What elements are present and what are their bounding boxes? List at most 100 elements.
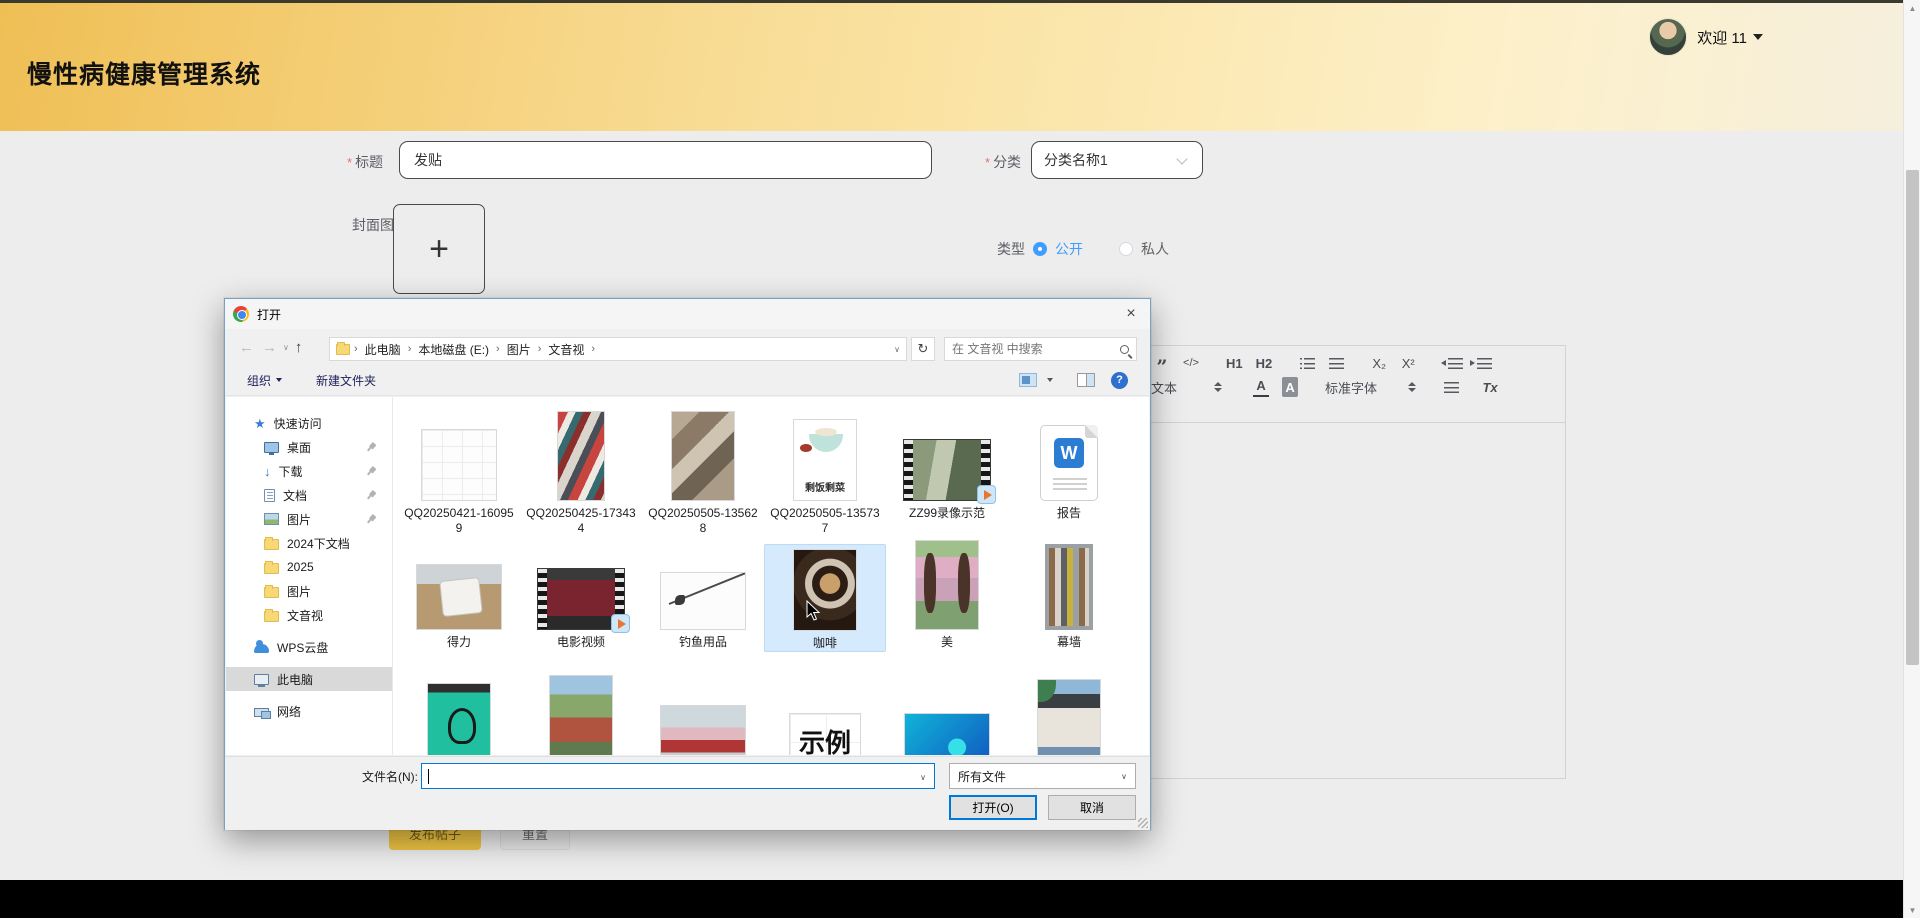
preview-pane-icon[interactable] <box>1077 373 1095 387</box>
sidebar-item-documents[interactable]: 文档 <box>226 483 392 507</box>
avatar[interactable] <box>1649 18 1687 56</box>
history-chevron-icon[interactable]: ∨ <box>283 343 289 352</box>
file-item[interactable]: W 报告 <box>1008 403 1130 536</box>
open-button[interactable]: 打开(O) <box>949 795 1037 820</box>
superscript-button[interactable]: X² <box>1400 353 1416 373</box>
image-thumbnail <box>557 411 605 501</box>
close-icon[interactable]: × <box>1116 301 1146 327</box>
unordered-list-icon[interactable] <box>1328 353 1344 373</box>
caret-down-icon[interactable] <box>1047 378 1053 382</box>
file-item[interactable]: 示例 <box>764 657 886 755</box>
breadcrumb-current-folder[interactable]: 文音视 <box>545 341 587 358</box>
indent-icon[interactable] <box>1476 353 1492 373</box>
outdent-icon[interactable] <box>1447 353 1463 373</box>
code-icon[interactable]: </> <box>1183 353 1199 373</box>
file-item[interactable]: QQ20250421-160959 <box>398 403 520 536</box>
scroll-down-icon[interactable]: ▼ <box>1904 902 1920 918</box>
search-icon <box>1120 345 1129 354</box>
sidebar-item-this-pc[interactable]: 此电脑 <box>226 667 392 691</box>
file-item[interactable] <box>398 657 520 755</box>
ordered-list-icon[interactable] <box>1299 353 1315 373</box>
file-item-hovered[interactable]: 咖啡 <box>764 544 886 652</box>
chevron-down-icon <box>1176 153 1187 164</box>
page-scrollbar[interactable]: ▲ ▼ <box>1903 0 1920 918</box>
new-folder-button[interactable]: 新建文件夹 <box>316 372 376 389</box>
dialog-sidebar: ★ 快速访问 桌面 ↓ 下载 文档 图片 <box>226 397 393 755</box>
file-item[interactable] <box>886 657 1008 755</box>
desktop-icon <box>264 442 279 453</box>
sidebar-item-2025[interactable]: 2025 <box>226 555 392 579</box>
radio-public-label[interactable]: 公开 <box>1055 239 1083 259</box>
file-item[interactable] <box>520 657 642 755</box>
file-item[interactable]: QQ20250505-135628 <box>642 403 764 536</box>
category-field-label: *分类 <box>985 152 1021 172</box>
file-item[interactable]: 电影视频 <box>520 544 642 652</box>
underline-button[interactable]: A <box>1253 377 1269 397</box>
file-item[interactable]: 美 <box>886 544 1008 652</box>
refresh-icon[interactable]: ↻ <box>911 337 935 361</box>
file-item[interactable]: 剩饭剩菜 QQ20250505-135737 <box>764 403 886 536</box>
sidebar-item-wenyinshi[interactable]: 文音视 <box>226 603 392 627</box>
title-input[interactable] <box>399 141 932 179</box>
image-thumbnail: 剩饭剩菜 <box>793 419 857 501</box>
breadcrumb-this-pc[interactable]: 此电脑 <box>362 341 404 358</box>
help-icon[interactable]: ? <box>1111 372 1128 389</box>
file-item[interactable]: 幕墙 <box>1008 544 1130 652</box>
updown-chevron-icon[interactable] <box>1404 377 1420 397</box>
sidebar-item-quick-access[interactable]: ★ 快速访问 <box>226 411 392 435</box>
resize-grip[interactable] <box>1138 818 1148 828</box>
up-icon[interactable]: ↑ <box>295 339 303 356</box>
pin-icon <box>364 512 378 526</box>
paragraph-format-dropdown[interactable]: 文本 <box>1151 377 1177 397</box>
breadcrumb-bar[interactable]: › 此电脑 › 本地磁盘 (E:) › 图片 › 文音视 › ∨ <box>329 337 907 361</box>
radio-private[interactable] <box>1119 242 1133 256</box>
file-item[interactable]: 得力 <box>398 544 520 652</box>
radio-public[interactable] <box>1033 242 1047 256</box>
search-input[interactable] <box>952 342 1102 356</box>
sidebar-item-wps-cloud[interactable]: WPS云盘 <box>226 635 392 659</box>
back-icon[interactable]: ← <box>239 339 254 356</box>
file-item[interactable]: 钓鱼用品 <box>642 544 764 652</box>
dialog-navbar: ← → ∨ ↑ › 此电脑 › 本地磁盘 (E:) › 图片 › 文音视 › ∨… <box>225 329 1150 365</box>
chevron-down-icon[interactable]: ∨ <box>920 773 926 782</box>
sidebar-item-desktop[interactable]: 桌面 <box>226 435 392 459</box>
radio-private-label[interactable]: 私人 <box>1141 239 1169 259</box>
font-family-dropdown[interactable]: 标准字体 <box>1325 377 1377 397</box>
subscript-button[interactable]: X₂ <box>1371 353 1387 373</box>
view-options-icon[interactable] <box>1019 373 1037 387</box>
blockquote-icon[interactable]: ” <box>1154 353 1170 373</box>
sidebar-item-2024-docs[interactable]: 2024下文档 <box>226 531 392 555</box>
breadcrumb-drive-e[interactable]: 本地磁盘 (E:) <box>415 341 492 358</box>
cancel-button[interactable]: 取消 <box>1048 795 1136 820</box>
updown-chevron-icon[interactable] <box>1210 377 1226 397</box>
forward-icon[interactable]: → <box>262 339 277 356</box>
pin-icon <box>364 440 378 454</box>
highlight-button[interactable]: A <box>1282 377 1298 397</box>
sidebar-item-pictures[interactable]: 图片 <box>226 507 392 531</box>
search-box[interactable] <box>944 337 1137 361</box>
sidebar-item-pictures-folder[interactable]: 图片 <box>226 579 392 603</box>
dialog-toolbar: 组织 新建文件夹 ? <box>225 365 1150 396</box>
file-item[interactable] <box>1008 657 1130 755</box>
filetype-select[interactable]: 所有文件 ∨ <box>949 763 1136 789</box>
filename-input[interactable]: ∨ <box>421 763 935 789</box>
sidebar-item-network[interactable]: 网络 <box>226 699 392 723</box>
breadcrumb-dropdown-chevron[interactable]: ∨ <box>894 345 900 354</box>
sidebar-item-downloads[interactable]: ↓ 下载 <box>226 459 392 483</box>
breadcrumb-pictures[interactable]: 图片 <box>504 341 534 358</box>
scroll-up-icon[interactable]: ▲ <box>1904 0 1920 16</box>
type-field-label: 类型 <box>997 239 1025 259</box>
clear-format-button[interactable]: Tx <box>1482 377 1498 397</box>
file-item[interactable]: ZZ99录像示范 <box>886 403 1008 536</box>
welcome-text: 欢迎 11 <box>1697 27 1747 48</box>
scrollbar-thumb[interactable] <box>1906 170 1919 665</box>
category-select[interactable]: 分类名称1 <box>1031 141 1203 179</box>
heading1-button[interactable]: H1 <box>1226 353 1243 373</box>
file-item[interactable]: QQ20250425-173434 <box>520 403 642 536</box>
line-height-icon[interactable] <box>1443 377 1459 397</box>
file-item[interactable] <box>642 657 764 755</box>
organize-menu[interactable]: 组织 <box>247 372 282 389</box>
heading2-button[interactable]: H2 <box>1256 353 1273 373</box>
user-menu[interactable]: 欢迎 11 <box>1649 16 1763 58</box>
cover-upload-button[interactable]: + <box>393 204 485 294</box>
